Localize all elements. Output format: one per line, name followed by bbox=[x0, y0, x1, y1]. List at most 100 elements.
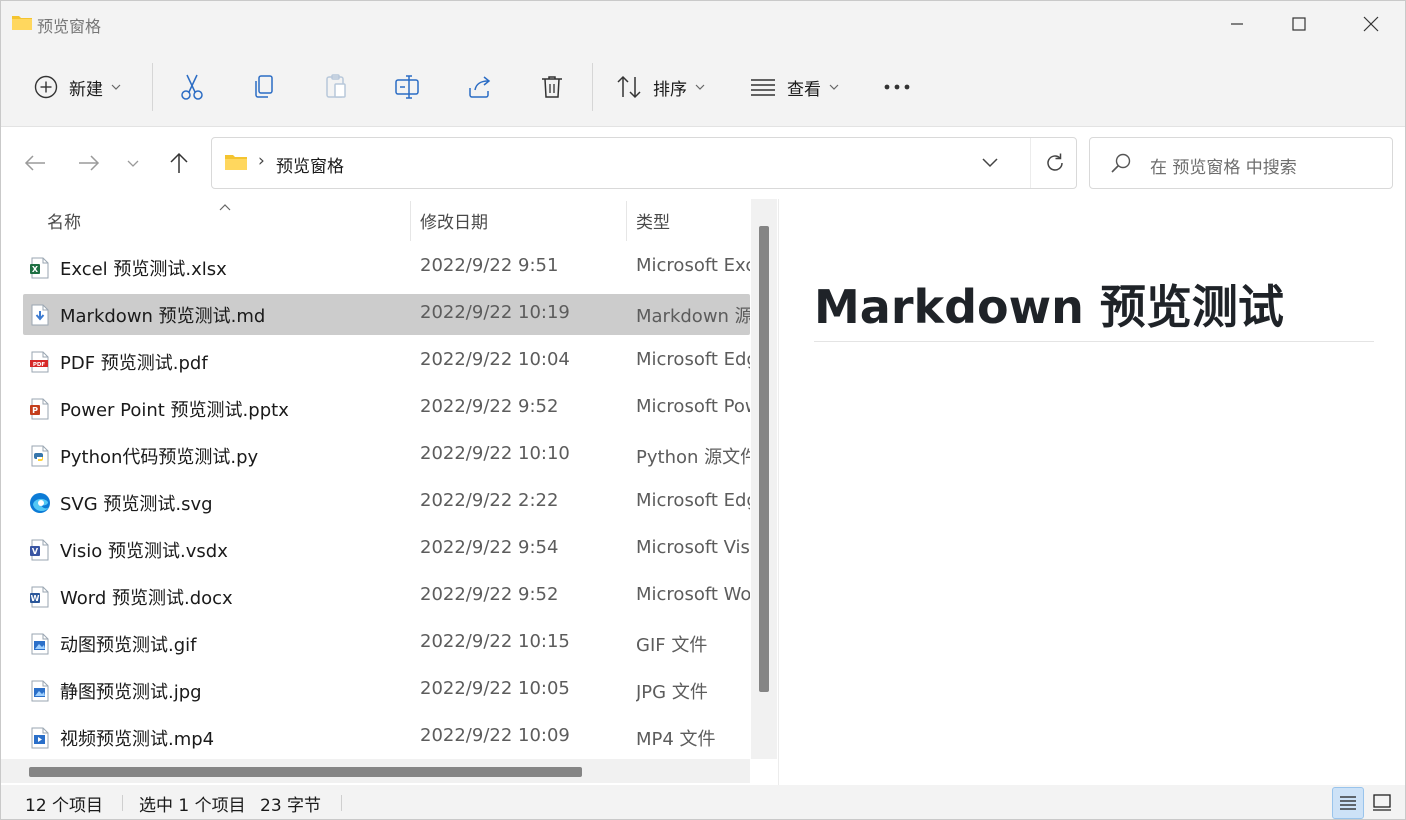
search-icon bbox=[1110, 152, 1132, 178]
file-type: Microsoft Edge bbox=[636, 490, 750, 511]
share-button[interactable] bbox=[460, 67, 500, 107]
file-type: JPG 文件 bbox=[636, 682, 708, 703]
column-divider[interactable] bbox=[410, 201, 411, 241]
file-modified-date: 2022/9/22 9:52 bbox=[420, 396, 559, 417]
file-rows: X Excel 预览测试.xlsx 2022/9/22 9:51 Microsoft … bbox=[23, 247, 750, 764]
file-type: Markdown 源文件 bbox=[636, 306, 750, 327]
file-type: Microsoft Word bbox=[636, 584, 750, 605]
large-icons-view-button[interactable] bbox=[1366, 787, 1398, 819]
table-row[interactable]: Python代码预览测试.py 2022/9/22 10:10 Python 源文件 bbox=[23, 435, 750, 476]
trash-icon bbox=[542, 76, 562, 98]
more-options-button[interactable] bbox=[877, 67, 917, 107]
minimize-icon bbox=[1231, 23, 1243, 25]
up-button[interactable] bbox=[161, 145, 197, 181]
file-name: Markdown 预览测试.md bbox=[60, 306, 266, 327]
preview-heading-rule bbox=[814, 341, 1374, 342]
table-row[interactable]: X Excel 预览测试.xlsx 2022/9/22 9:51 Microsoft … bbox=[23, 247, 750, 288]
tiles-view-icon bbox=[1373, 794, 1391, 811]
table-row[interactable]: V Visio 预览测试.vsdx 2022/9/22 9:54 Microsoft … bbox=[23, 529, 750, 570]
table-row[interactable]: 动图预览测试.gif 2022/9/22 10:15 GIF 文件 bbox=[23, 623, 750, 664]
file-type: GIF 文件 bbox=[636, 635, 708, 656]
view-button[interactable]: 查看 bbox=[749, 67, 839, 107]
paste-button[interactable] bbox=[316, 67, 356, 107]
horizontal-scrollbar-thumb[interactable] bbox=[29, 767, 582, 777]
rename-button[interactable] bbox=[388, 67, 428, 107]
address-bar[interactable]: › 预览窗格 bbox=[211, 137, 1077, 189]
markdown-file-icon bbox=[29, 304, 51, 326]
table-row[interactable]: PDF PDF 预览测试.pdf 2022/9/22 10:04 Microsoft … bbox=[23, 341, 750, 382]
file-modified-date: 2022/9/22 10:15 bbox=[420, 631, 570, 652]
details-view-button[interactable] bbox=[1332, 787, 1364, 819]
new-button[interactable]: 新建 bbox=[33, 67, 121, 107]
table-row[interactable]: 静图预览测试.jpg 2022/9/22 10:05 JPG 文件 bbox=[23, 670, 750, 711]
maximize-button[interactable] bbox=[1268, 1, 1330, 47]
more-icon bbox=[884, 84, 910, 90]
minimize-button[interactable] bbox=[1206, 1, 1268, 47]
recent-locations-button[interactable] bbox=[115, 145, 151, 181]
svg-text:P: P bbox=[32, 406, 38, 415]
file-type: Microsoft PowerPoint bbox=[636, 396, 750, 417]
word-icon: W bbox=[29, 586, 51, 608]
python-icon bbox=[29, 445, 51, 467]
delete-button[interactable] bbox=[532, 67, 572, 107]
table-row[interactable]: W Word 预览测试.docx 2022/9/22 9:52 Microsoft W… bbox=[23, 576, 750, 617]
edge-icon bbox=[29, 492, 51, 514]
preview-heading: Markdown 预览测试 bbox=[814, 280, 1284, 334]
chevron-down-icon bbox=[695, 84, 705, 90]
sort-button[interactable]: 排序 bbox=[615, 67, 705, 107]
back-button[interactable] bbox=[17, 145, 53, 181]
breadcrumb-current[interactable]: 预览窗格 bbox=[276, 152, 344, 177]
column-header-type-label: 类型 bbox=[636, 212, 670, 233]
file-name: Visio 预览测试.vsdx bbox=[60, 541, 228, 562]
copy-button[interactable] bbox=[244, 67, 284, 107]
command-bar: 新建 排序 查看 bbox=[1, 47, 1405, 127]
table-row[interactable]: Markdown 预览测试.md 2022/9/22 10:19 Markdown … bbox=[23, 294, 750, 335]
chevron-down-icon bbox=[127, 160, 139, 167]
chevron-down-icon bbox=[982, 158, 998, 168]
file-modified-date: 2022/9/22 10:05 bbox=[420, 678, 570, 699]
forward-button[interactable] bbox=[71, 145, 107, 181]
file-list: 名称 修改日期 类型 X Excel 预览测试.xlsx 2022/9/22 9:5… bbox=[1, 199, 777, 785]
file-type: MP4 文件 bbox=[636, 729, 716, 750]
view-label: 查看 bbox=[787, 79, 821, 100]
table-row[interactable]: 视频预览测试.mp4 2022/9/22 10:09 MP4 文件 bbox=[23, 717, 750, 758]
svg-text:W: W bbox=[31, 594, 40, 603]
column-header-date[interactable]: 修改日期 bbox=[420, 199, 620, 241]
table-row[interactable]: SVG 预览测试.svg 2022/9/22 2:22 Microsoft Edge bbox=[23, 482, 750, 523]
file-modified-date: 2022/9/22 9:54 bbox=[420, 537, 559, 558]
sort-label: 排序 bbox=[653, 79, 687, 100]
folder-icon bbox=[224, 152, 248, 176]
column-divider[interactable] bbox=[626, 201, 627, 241]
address-history-button[interactable] bbox=[980, 152, 1000, 176]
scissors-icon bbox=[181, 74, 203, 100]
arrow-up-icon bbox=[170, 152, 188, 173]
sort-icon bbox=[617, 75, 641, 99]
details-view-icon bbox=[1340, 796, 1356, 810]
vertical-scrollbar-thumb[interactable] bbox=[759, 226, 769, 692]
visio-icon: V bbox=[29, 539, 51, 561]
column-header-name-label: 名称 bbox=[47, 212, 81, 233]
image-file-icon bbox=[29, 680, 51, 702]
arrow-left-icon bbox=[24, 155, 45, 171]
svg-text:PDF: PDF bbox=[33, 362, 46, 368]
rename-icon bbox=[395, 75, 419, 99]
close-button[interactable] bbox=[1340, 1, 1402, 47]
table-row[interactable]: P Power Point 预览测试.pptx 2022/9/22 9:52 Micr… bbox=[23, 388, 750, 429]
title-bar[interactable]: 预览窗格 bbox=[1, 1, 1405, 47]
file-name: SVG 预览测试.svg bbox=[60, 494, 213, 515]
column-header-date-label: 修改日期 bbox=[420, 212, 488, 233]
list-view-icon bbox=[751, 79, 775, 96]
file-name: Word 预览测试.docx bbox=[60, 588, 233, 609]
refresh-icon bbox=[1046, 153, 1063, 171]
toolbar-divider bbox=[152, 63, 153, 111]
plus-circle-icon bbox=[34, 75, 58, 99]
file-name: 动图预览测试.gif bbox=[60, 635, 197, 656]
search-input[interactable]: 在 预览窗格 中搜索 bbox=[1150, 153, 1297, 178]
file-modified-date: 2022/9/22 10:04 bbox=[420, 349, 570, 370]
cut-button[interactable] bbox=[172, 67, 212, 107]
search-box[interactable]: 在 预览窗格 中搜索 bbox=[1089, 137, 1393, 189]
refresh-button[interactable] bbox=[1030, 138, 1078, 188]
column-header-name[interactable]: 名称 bbox=[47, 199, 407, 241]
file-modified-date: 2022/9/22 9:51 bbox=[420, 255, 559, 276]
column-header-type[interactable]: 类型 bbox=[636, 199, 746, 241]
